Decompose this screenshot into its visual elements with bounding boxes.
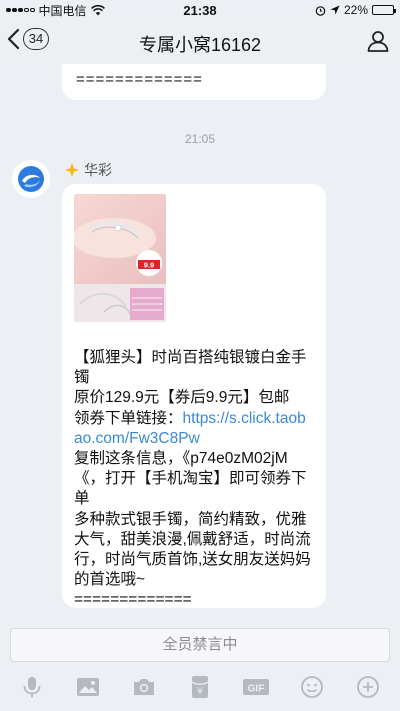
star-badge-icon <box>64 162 80 178</box>
wifi-icon <box>90 4 105 15</box>
chat-title: 专属小窝16162 <box>138 35 262 55</box>
sender-avatar[interactable] <box>12 160 50 198</box>
previous-message-bubble[interactable]: ============= <box>62 58 326 100</box>
muted-input-bar: 全员禁言中 <box>10 628 390 662</box>
voice-icon <box>23 677 41 698</box>
person-icon <box>367 31 389 52</box>
group-profile-button[interactable] <box>366 29 390 58</box>
location-icon <box>330 5 340 15</box>
camera-button[interactable] <box>129 672 159 702</box>
plus-icon <box>357 676 379 698</box>
message-line-link: 领券下单链接：https://s.click.taobao.com/Fw3C8P… <box>74 409 314 449</box>
status-bar: 中国电信 21:38 22% <box>0 0 400 20</box>
status-left: 中国电信 <box>6 2 105 19</box>
sender-line: 华彩 <box>64 160 112 180</box>
nav-bar: 34 专属小窝16162 <box>0 20 400 64</box>
red-packet-button[interactable]: ¥ <box>185 672 215 702</box>
time-divider: 21:05 <box>184 132 216 146</box>
sender-name: 华彩 <box>84 162 112 178</box>
input-toolbar: ¥ GIF <box>0 670 400 704</box>
gif-label: GIF <box>248 684 265 695</box>
gif-icon: GIF <box>243 679 269 695</box>
emoji-button[interactable] <box>297 672 327 702</box>
message-bubble[interactable]: 9.9 【狐狸头】时尚百搭纯银镀白金手镯 原价129.9元【券后9.9元】包邮 … <box>62 184 326 608</box>
huacai-logo-icon <box>12 160 50 198</box>
status-right: 22% <box>315 3 396 17</box>
red-packet-icon: ¥ <box>191 676 209 698</box>
image-icon <box>77 678 99 696</box>
message-text: 【狐狸头】时尚百搭纯银镀白金手镯 原价129.9元【券后9.9元】包邮 领券下单… <box>74 348 314 611</box>
more-button[interactable] <box>353 672 383 702</box>
status-time: 21:38 <box>183 2 217 18</box>
previous-message-tail: ============= <box>76 71 203 88</box>
battery-percent: 22% <box>343 3 368 17</box>
gif-button[interactable]: GIF <box>241 672 271 702</box>
signal-icon <box>6 7 35 13</box>
emoji-icon <box>301 676 323 698</box>
link-prefix: 领券下单链接： <box>74 409 183 427</box>
product-image[interactable]: 9.9 <box>74 194 166 322</box>
chat-area[interactable]: ============= 21:05 华彩 9.9 【狐狸头】时尚百搭纯银镀白… <box>0 58 400 624</box>
message-line-separator: ============= <box>74 591 192 609</box>
image-button[interactable] <box>73 672 103 702</box>
message-line-description: 多种款式银手镯，简约精致，优雅大气，甜美浪漫,佩戴舒适，时尚流行，时尚气质首饰,… <box>74 510 311 589</box>
message-line-title: 【狐狸头】时尚百搭纯银镀白金手镯 <box>74 349 307 387</box>
bracelet-photo: 9.9 <box>74 194 166 322</box>
carrier-label: 中国电信 <box>38 3 87 18</box>
svg-text:¥: ¥ <box>197 687 203 697</box>
battery-icon <box>372 5 396 15</box>
message-line-copy: 复制这条信息，《p74e0zM02jM《，打开【手机淘宝】即可领券下单 <box>74 450 307 508</box>
camera-icon <box>134 679 154 695</box>
alarm-icon <box>315 5 326 16</box>
voice-button[interactable] <box>17 672 47 702</box>
price-badge-text: 9.9 <box>144 261 154 270</box>
message-line-price: 原价129.9元【券后9.9元】包邮 <box>74 389 290 407</box>
